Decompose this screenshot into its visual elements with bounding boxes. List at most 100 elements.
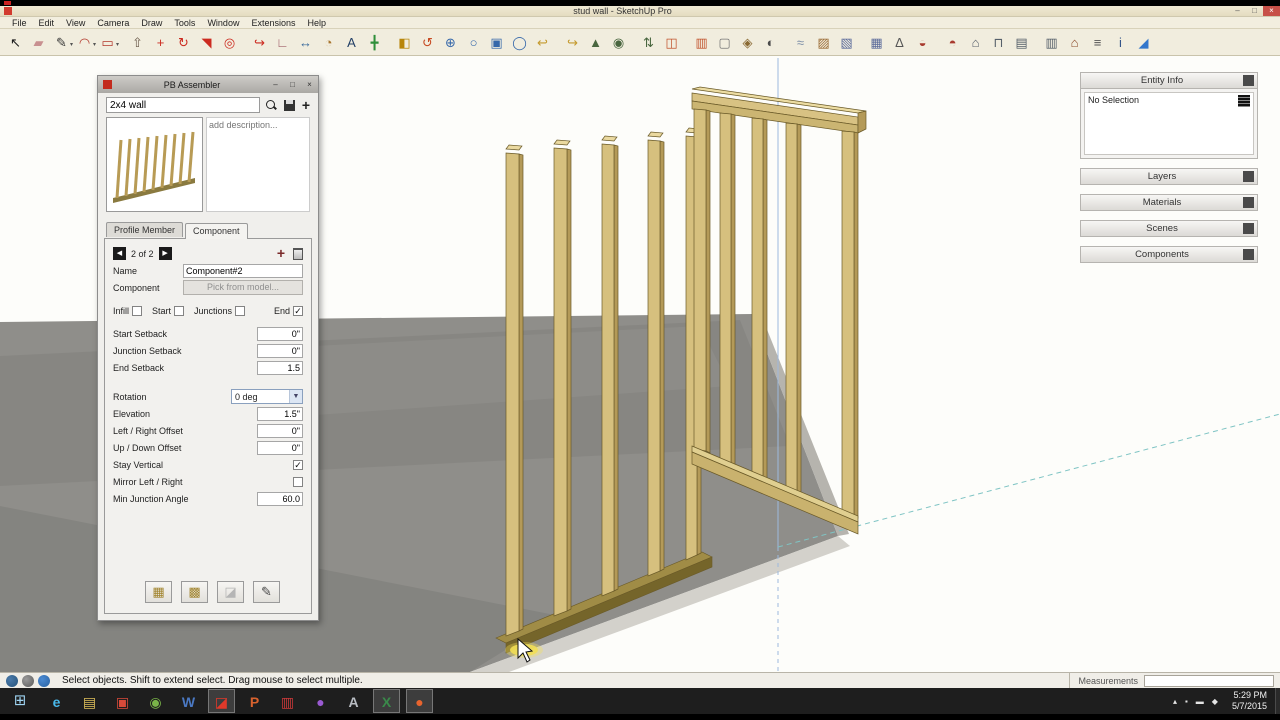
- geolocation-status-icon[interactable]: [6, 674, 18, 687]
- elevation-input[interactable]: [257, 406, 303, 421]
- components-panel-header[interactable]: Components: [1080, 246, 1258, 263]
- maximize-button[interactable]: □: [1246, 6, 1263, 16]
- eraser-tool-icon[interactable]: ▰: [28, 32, 49, 53]
- panel-detach-button[interactable]: [1243, 171, 1254, 182]
- warehouse-icon[interactable]: ⌂: [1064, 32, 1085, 53]
- end-checkbox[interactable]: ✓: [293, 305, 303, 316]
- move-tool-icon[interactable]: +: [150, 32, 171, 53]
- component-browser-icon[interactable]: ◈: [737, 32, 758, 53]
- tape-measure-tool-icon[interactable]: ∟: [272, 32, 293, 53]
- ud-offset-input[interactable]: [257, 440, 303, 455]
- stay-vertical-checkbox[interactable]: ✓: [293, 459, 303, 470]
- junction-setback-input[interactable]: [257, 343, 303, 358]
- taskbar-sketchup-icon[interactable]: ◪: [208, 689, 235, 713]
- match-photo-icon[interactable]: ▦: [866, 32, 887, 53]
- text-tool-icon[interactable]: A: [341, 32, 362, 53]
- panel-detach-button[interactable]: [1243, 75, 1254, 86]
- protractor-tool-icon[interactable]: ◔: [318, 32, 339, 53]
- hide-rest-toggle-icon[interactable]: ▢: [714, 32, 735, 53]
- menu-view[interactable]: View: [60, 18, 91, 28]
- menu-draw[interactable]: Draw: [135, 18, 168, 28]
- edit-assembly-button[interactable]: ✎: [253, 581, 280, 603]
- minimize-button[interactable]: –: [1229, 6, 1246, 16]
- shadows-toggle-icon[interactable]: ◐: [760, 32, 781, 53]
- measurements-input[interactable]: [1144, 674, 1274, 687]
- taskbar-app-gray-icon[interactable]: A: [340, 689, 367, 713]
- validate-assembly-button[interactable]: ◪: [217, 581, 244, 603]
- push-pull-tool-icon[interactable]: ⇧: [127, 32, 148, 53]
- assembly-name-input[interactable]: [106, 97, 260, 113]
- styles-browser-icon[interactable]: ▧: [836, 32, 857, 53]
- follow-me-tool-icon[interactable]: ↪: [249, 32, 270, 53]
- rotate-tool-icon[interactable]: ↻: [173, 32, 194, 53]
- build-assembly-button[interactable]: ▦: [145, 581, 172, 603]
- tab-profile-member[interactable]: Profile Member: [106, 222, 184, 237]
- taskbar-word-icon[interactable]: W: [175, 689, 202, 713]
- front-view-icon[interactable]: ▤: [1011, 32, 1032, 53]
- start-checkbox[interactable]: [174, 305, 185, 316]
- axes-tool-icon[interactable]: ╋: [364, 32, 385, 53]
- credit-attribution-icon[interactable]: [22, 674, 34, 687]
- solid-union-tool-icon[interactable]: ◒: [912, 32, 933, 53]
- panel-detach-button[interactable]: [1243, 249, 1254, 260]
- menu-file[interactable]: File: [6, 18, 33, 28]
- start-setback-input[interactable]: [257, 326, 303, 341]
- menu-window[interactable]: Window: [201, 18, 245, 28]
- shape-tool-icon[interactable]: ▭ ▾: [97, 32, 119, 53]
- pick-from-model-button[interactable]: Pick from model...: [183, 280, 303, 295]
- taskbar-media-app-icon[interactable]: ▣: [109, 689, 136, 713]
- position-camera-tool-icon[interactable]: ▲: [585, 32, 606, 53]
- tray-volume-icon[interactable]: ◆: [1212, 697, 1218, 706]
- menu-extensions[interactable]: Extensions: [245, 18, 301, 28]
- walk-tool-icon[interactable]: ⇅: [638, 32, 659, 53]
- menu-tools[interactable]: Tools: [168, 18, 201, 28]
- rotation-dropdown[interactable]: 0 deg ▼: [231, 389, 303, 404]
- side-view-icon[interactable]: ▥: [1041, 32, 1062, 53]
- junctions-checkbox[interactable]: [235, 305, 246, 316]
- add-assembly-icon[interactable]: +: [302, 98, 310, 112]
- pb-close-button[interactable]: ×: [301, 78, 318, 91]
- model-info-icon[interactable]: i: [1110, 32, 1131, 53]
- paint-bucket-tool-icon[interactable]: ◧: [394, 32, 415, 53]
- lr-offset-input[interactable]: [257, 423, 303, 438]
- taskbar-app-red-icon[interactable]: ▥: [274, 689, 301, 713]
- pan-tool-icon[interactable]: ⊕: [440, 32, 461, 53]
- fog-toggle-icon[interactable]: ≈: [790, 32, 811, 53]
- section-plane-tool-icon[interactable]: ◫: [661, 32, 682, 53]
- offset-tool-icon[interactable]: ◎: [219, 32, 240, 53]
- entity-info-panel-header[interactable]: Entity Info: [1080, 72, 1258, 89]
- pb-assembler-dialog[interactable]: PB Assembler – □ × +: [97, 75, 319, 621]
- materials-panel-header[interactable]: Materials: [1080, 194, 1258, 211]
- entity-details-toggle-icon[interactable]: [1238, 95, 1250, 107]
- description-textarea[interactable]: [206, 117, 310, 212]
- search-icon[interactable]: [265, 99, 277, 111]
- assembly-thumbnail[interactable]: [106, 117, 203, 212]
- pb-dialog-title-bar[interactable]: PB Assembler – □ ×: [98, 76, 318, 93]
- iso-view-icon[interactable]: ⌂: [965, 32, 986, 53]
- panel-detach-button[interactable]: [1243, 223, 1254, 234]
- taskbar-clock[interactable]: 5:29 PM 5/7/2015: [1232, 690, 1267, 713]
- taskbar-ie-icon[interactable]: e: [43, 689, 70, 713]
- mirror-checkbox[interactable]: [293, 476, 303, 487]
- help-status-icon[interactable]: [38, 674, 50, 687]
- next-view-icon[interactable]: ↪: [562, 32, 583, 53]
- menu-camera[interactable]: Camera: [91, 18, 135, 28]
- measure-angle-tool-icon[interactable]: ∆: [889, 32, 910, 53]
- end-setback-input[interactable]: [257, 360, 303, 375]
- pb-maximize-button[interactable]: □: [284, 78, 301, 91]
- infill-checkbox[interactable]: [132, 305, 143, 316]
- section-fill-toggle-icon[interactable]: ▥: [691, 32, 712, 53]
- chart-report-icon[interactable]: ◢: [1133, 32, 1154, 53]
- viewport[interactable]: PB Assembler – □ × +: [0, 56, 1280, 672]
- tab-component[interactable]: Component: [185, 223, 248, 239]
- zoom-extents-tool-icon[interactable]: ◯: [509, 32, 530, 53]
- scale-tool-icon[interactable]: ◥: [196, 32, 217, 53]
- delete-component-icon[interactable]: [293, 247, 303, 260]
- close-button[interactable]: ×: [1263, 6, 1280, 16]
- show-desktop-button[interactable]: [1275, 688, 1280, 714]
- start-button[interactable]: ⊞: [0, 688, 40, 714]
- tray-expand-icon[interactable]: ▴: [1173, 697, 1177, 706]
- arc-tool-icon[interactable]: ◠ ▾: [74, 32, 96, 53]
- zoom-tool-icon[interactable]: ○: [463, 32, 484, 53]
- add-component-icon[interactable]: +: [277, 246, 285, 260]
